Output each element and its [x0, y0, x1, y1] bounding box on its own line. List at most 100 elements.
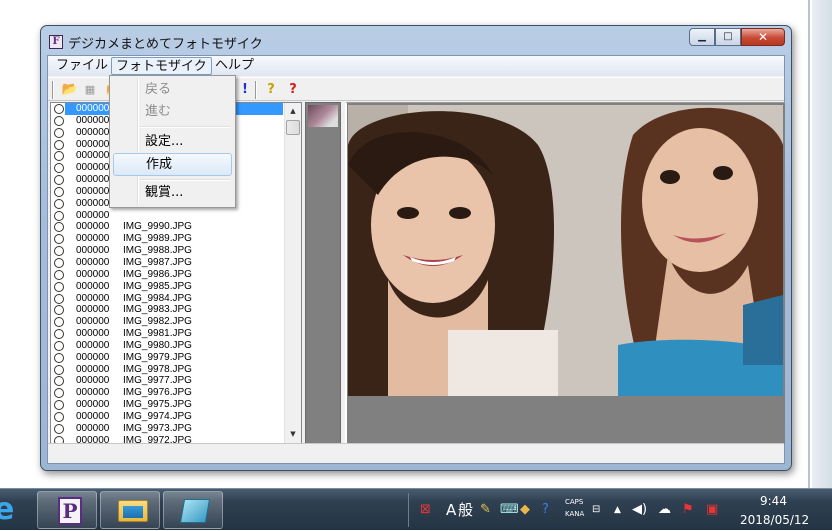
- help-icon[interactable]: ?: [264, 81, 278, 98]
- file-list-row[interactable]: 000000 IMG_9983.JPG: [51, 304, 285, 316]
- menu-photomosaic[interactable]: フォトモザイク: [111, 57, 212, 75]
- scroll-thumb[interactable]: [286, 120, 300, 135]
- row-radio-button[interactable]: [54, 305, 64, 316]
- taskbar-app-photomosaic[interactable]: P: [37, 491, 97, 529]
- ime-options-icon[interactable]: ⊟: [592, 489, 600, 531]
- thumbnail-image[interactable]: [308, 105, 338, 127]
- row-radio-button[interactable]: [54, 317, 64, 328]
- menu-item-view[interactable]: 観賞...: [113, 182, 232, 205]
- ime-pad-icon[interactable]: ⌨: [500, 489, 519, 531]
- close-button[interactable]: ✕: [741, 28, 785, 46]
- row-radio-button[interactable]: [54, 423, 64, 434]
- row-radio-button[interactable]: [54, 175, 64, 186]
- ime-dictionary-icon[interactable]: ◆: [520, 489, 530, 531]
- clock-time[interactable]: 9:44: [760, 494, 787, 508]
- volume-icon[interactable]: ◀): [632, 489, 647, 531]
- menu-help[interactable]: ヘルプ: [211, 57, 258, 75]
- row-filename: IMG_9980.JPG: [123, 339, 192, 351]
- row-filename: IMG_9985.JPG: [123, 280, 192, 292]
- row-radio-button[interactable]: [54, 411, 64, 422]
- row-radio-button[interactable]: [54, 163, 64, 174]
- row-radio-button[interactable]: [54, 352, 64, 363]
- row-radio-button[interactable]: [54, 234, 64, 245]
- row-radio-button[interactable]: [54, 115, 64, 126]
- app-icon[interactable]: F: [49, 35, 63, 49]
- desktop-background: [812, 0, 832, 488]
- thumbnail-strip[interactable]: [305, 102, 341, 444]
- file-list-row[interactable]: 000000 IMG_9986.JPG: [51, 269, 285, 281]
- row-radio-button[interactable]: [54, 198, 64, 209]
- action-center-flag-icon[interactable]: ⚑: [682, 489, 694, 531]
- file-list-row[interactable]: 000000 IMG_9976.JPG: [51, 387, 285, 399]
- file-list-row[interactable]: 000000 IMG_9974.JPG: [51, 411, 285, 423]
- file-list-row[interactable]: 000000 IMG_9984.JPG: [51, 293, 285, 305]
- scroll-up-arrow-icon[interactable]: ▲: [285, 103, 301, 120]
- menu-file[interactable]: ファイル: [52, 57, 112, 75]
- vertical-scrollbar[interactable]: ▲ ▼: [284, 103, 301, 443]
- open-folder-icon[interactable]: 📂: [61, 81, 79, 98]
- taskbar-app-explorer[interactable]: [100, 491, 160, 529]
- file-list-row[interactable]: 000000 IMG_9978.JPG: [51, 364, 285, 376]
- file-list-row[interactable]: 000000 IMG_9982.JPG: [51, 316, 285, 328]
- minimize-button[interactable]: ▁: [689, 28, 715, 46]
- menu-item-settings[interactable]: 設定...: [113, 131, 232, 154]
- row-radio-button[interactable]: [54, 210, 64, 221]
- file-list-row[interactable]: 000000 IMG_9988.JPG: [51, 245, 285, 257]
- row-radio-button[interactable]: [54, 222, 64, 233]
- row-radio-button[interactable]: [54, 186, 64, 197]
- context-help-icon[interactable]: ?: [286, 81, 300, 98]
- menu-item-forward[interactable]: 進む: [113, 101, 232, 124]
- row-radio-button[interactable]: [54, 246, 64, 257]
- toolbar-separator: [255, 81, 257, 99]
- row-radio-button[interactable]: [54, 139, 64, 150]
- menu-item-back[interactable]: 戻る: [113, 79, 232, 102]
- file-list-row[interactable]: 000000 IMG_9977.JPG: [51, 375, 285, 387]
- clock-date[interactable]: 2018/05/12: [740, 513, 809, 527]
- ime-tools-icon[interactable]: ✎: [480, 489, 491, 531]
- file-list-row[interactable]: 000000 IMG_9979.JPG: [51, 352, 285, 364]
- title-bar[interactable]: F デジカメまとめてフォトモザイク ▁ □ ✕: [41, 26, 791, 54]
- file-list-row[interactable]: 000000: [51, 210, 285, 222]
- file-list-row[interactable]: 000000 IMG_9987.JPG: [51, 257, 285, 269]
- row-radio-button[interactable]: [54, 281, 64, 292]
- row-radio-button[interactable]: [54, 257, 64, 268]
- tray-divider: [408, 493, 414, 527]
- file-list-row[interactable]: 000000 IMG_9985.JPG: [51, 281, 285, 293]
- ime-mode-label[interactable]: 般: [458, 489, 473, 531]
- menu-item-create[interactable]: 作成: [113, 153, 232, 176]
- row-radio-button[interactable]: [54, 104, 64, 114]
- file-list-row[interactable]: 000000 IMG_9990.JPG: [51, 221, 285, 233]
- row-radio-button[interactable]: [54, 400, 64, 411]
- file-list-row[interactable]: 000000 IMG_9981.JPG: [51, 328, 285, 340]
- file-list-row[interactable]: 000000 IMG_9989.JPG: [51, 233, 285, 245]
- file-list-row[interactable]: 000000 IMG_9980.JPG: [51, 340, 285, 352]
- file-list-row[interactable]: 000000 IMG_9975.JPG: [51, 399, 285, 411]
- security-icon[interactable]: ⊠: [420, 489, 431, 531]
- row-radio-button[interactable]: [54, 127, 64, 138]
- row-radio-button[interactable]: [54, 340, 64, 351]
- ime-mode-a[interactable]: A: [446, 489, 456, 531]
- ime-help-icon[interactable]: ?: [542, 489, 549, 531]
- film-icon[interactable]: ▦: [82, 81, 98, 98]
- row-radio-button[interactable]: [54, 388, 64, 399]
- preview-pane: [345, 102, 785, 444]
- exclamation-icon[interactable]: !: [240, 81, 250, 98]
- maximize-button[interactable]: □: [715, 28, 741, 46]
- row-radio-button[interactable]: [54, 293, 64, 304]
- kana-indicator: KANA: [565, 510, 585, 518]
- scroll-down-arrow-icon[interactable]: ▼: [285, 426, 301, 443]
- show-hidden-icons-icon[interactable]: ▲: [614, 489, 621, 531]
- onedrive-cloud-icon[interactable]: ☁: [658, 489, 671, 531]
- row-number: 000000: [76, 114, 110, 126]
- taskbar-app-notes[interactable]: [163, 491, 223, 529]
- internet-explorer-icon[interactable]: e: [0, 493, 28, 527]
- row-radio-button[interactable]: [54, 329, 64, 340]
- row-radio-button[interactable]: [54, 376, 64, 387]
- network-disconnected-icon[interactable]: ▣: [706, 489, 718, 531]
- row-radio-button[interactable]: [54, 269, 64, 280]
- file-list-row[interactable]: 000000 IMG_9973.JPG: [51, 423, 285, 435]
- row-radio-button[interactable]: [54, 364, 64, 375]
- row-filename: IMG_9975.JPG: [123, 399, 192, 411]
- row-number: 000000: [76, 138, 110, 150]
- row-radio-button[interactable]: [54, 151, 64, 162]
